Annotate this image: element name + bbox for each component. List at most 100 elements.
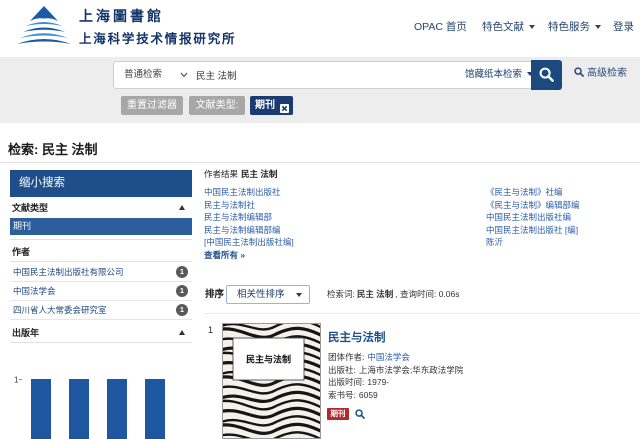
- facet-item-label: 四川省人大常委会研究室: [13, 305, 107, 315]
- field-value: 6059: [358, 389, 378, 400]
- year-bar[interactable]: [145, 379, 165, 439]
- field-label: 出版时间:: [328, 377, 365, 387]
- author-result-link[interactable]: 《民主与法制》编辑部编: [486, 199, 580, 211]
- search-info: 检索词: 民主 法制, 查询时间: 0.06s: [327, 285, 460, 304]
- caret-down-icon: [296, 293, 302, 297]
- caret-down-icon: [595, 25, 601, 30]
- result-cover-image[interactable]: 民主与法制: [222, 323, 321, 439]
- library-logo[interactable]: 上海圖書館 上海科学技术情报研究所: [0, 0, 250, 52]
- chevron-down-icon: [180, 72, 188, 78]
- facet-item-label: 中国民主法制出版社有限公司: [13, 267, 124, 277]
- author-result-link[interactable]: 民主与法制编辑部编: [204, 224, 281, 236]
- facet-divider: [10, 342, 192, 343]
- author-results-query: 民主 法制: [241, 169, 278, 179]
- facet-item-author[interactable]: 中国民主法制出版社有限公司 1: [10, 263, 192, 282]
- author-result-link[interactable]: 民主与法制编辑部: [204, 211, 272, 223]
- search-icon: [539, 67, 554, 82]
- advanced-search-link[interactable]: 高级检索: [574, 67, 627, 81]
- field-value: 1979-: [367, 377, 390, 387]
- result-field-call-number: 索书号: 6059: [328, 389, 378, 401]
- facet-divider: [10, 261, 192, 262]
- result-title-link[interactable]: 民主与法制: [328, 331, 386, 345]
- search-icon[interactable]: [355, 409, 365, 419]
- result-field-corporate-author: 团体作者: 中国法学会: [328, 351, 410, 363]
- field-label: 出版社:: [328, 364, 356, 375]
- author-results-heading-label: 作者结果: [204, 169, 239, 179]
- facet-item-author[interactable]: 中国法学会 1: [10, 282, 192, 301]
- result-number: 1: [208, 325, 214, 335]
- close-icon[interactable]: [280, 101, 289, 113]
- query-time: , 查询时间: 0.06s: [395, 289, 460, 299]
- nav-special-services[interactable]: 特色服务: [548, 19, 601, 35]
- facet-item-doc-type-selected[interactable]: 期刊: [10, 218, 192, 235]
- caret-down-icon: [529, 25, 535, 30]
- author-result-link[interactable]: 中国民主法制出版社 [编]: [486, 224, 578, 236]
- nav-opac-home[interactable]: OPAC 首页: [414, 19, 467, 35]
- facet-sidebar-title: 缩小搜索: [10, 170, 192, 197]
- result-field-pub-date: 出版时间: 1979-: [328, 376, 389, 388]
- caret-up-icon: [179, 330, 185, 335]
- logo-wave-icon: [17, 6, 71, 44]
- facet-count-badge: 1: [176, 285, 188, 297]
- author-result-link[interactable]: 陈沂: [486, 236, 503, 248]
- search-terms-label: 检索词:: [327, 289, 355, 299]
- search-icon: [574, 67, 584, 77]
- author-results-heading: 作者结果 民主 法制: [204, 168, 277, 180]
- year-bar[interactable]: [69, 379, 89, 439]
- cover-title-text: 民主与法制: [246, 354, 291, 366]
- nav-special-collections[interactable]: 特色文献: [482, 19, 535, 35]
- search-terms: 民主 法制: [356, 289, 394, 299]
- search-button[interactable]: [531, 60, 562, 90]
- search-input[interactable]: [196, 62, 458, 88]
- publication-year-chart: 1: [14, 376, 165, 439]
- format-badge: 期刊: [327, 408, 349, 420]
- corporate-author-link[interactable]: 中国法学会: [367, 352, 410, 362]
- logo-title: 上海圖書館: [79, 9, 164, 25]
- year-bar[interactable]: [31, 379, 51, 439]
- advanced-search-label: 高级检索: [587, 68, 627, 79]
- logo-subtitle: 上海科学技术情报研究所: [79, 31, 237, 46]
- results-divider: [204, 313, 640, 314]
- author-result-link[interactable]: 《民主与法制》社编: [486, 186, 563, 198]
- cover-zebra-art: 民主与法制: [222, 323, 321, 439]
- search-scope-value: 馆藏纸本检索: [465, 69, 523, 80]
- author-result-link[interactable]: 中国民主法制出版社: [204, 186, 281, 198]
- title-divider: [0, 162, 640, 163]
- facet-count-badge: 1: [176, 266, 188, 278]
- facet-title-year: 出版年: [12, 328, 40, 338]
- search-scope-select[interactable]: 馆藏纸本检索: [465, 62, 534, 88]
- field-label: 索书号:: [328, 389, 356, 400]
- result-field-publisher: 出版社: 上海市法学会;华东政法学院: [328, 364, 463, 376]
- field-value: 上海市法学会;华东政法学院: [358, 364, 464, 375]
- search-mode-value: 普通检索: [124, 69, 163, 80]
- facet-title-author: 作者: [12, 247, 31, 257]
- sort-select[interactable]: 相关性排序: [226, 285, 310, 304]
- caret-up-icon: [179, 205, 185, 210]
- facet-title-doc-type: 文献类型: [12, 203, 49, 213]
- page-title: 检索: 民主 法制: [8, 142, 98, 157]
- author-result-link[interactable]: 中国民主法制出版社编: [486, 211, 571, 223]
- author-result-link[interactable]: 民主与法制社: [204, 199, 255, 211]
- nav-special-collections-label: 特色文献: [482, 21, 524, 33]
- doc-type-filter-label: 文献类型:: [189, 96, 245, 115]
- nav-special-services-label: 特色服务: [548, 21, 590, 33]
- author-result-link[interactable]: [中国民主法制出版社编]: [204, 236, 294, 248]
- facet-divider: [10, 239, 192, 240]
- facet-item-label: 中国法学会: [13, 286, 56, 296]
- active-filter-chip[interactable]: 期刊: [250, 96, 293, 115]
- sort-select-value: 相关性排序: [237, 289, 285, 300]
- search-form: 普通检索 馆藏纸本检索: [113, 61, 534, 89]
- see-all-authors-link[interactable]: 查看所有 »: [204, 249, 245, 261]
- active-filter-chip-label: 期刊: [255, 100, 275, 111]
- search-mode-select[interactable]: 普通检索: [114, 62, 192, 88]
- reset-filters-button[interactable]: 重置过滤器: [121, 96, 183, 115]
- facet-item-author[interactable]: 四川省人大常委会研究室 1: [10, 301, 192, 320]
- field-label: 团体作者:: [328, 352, 365, 362]
- facet-count-badge: 1: [176, 304, 188, 316]
- facet-year-toggle[interactable]: [178, 328, 188, 338]
- facet-doc-type-toggle[interactable]: [178, 203, 188, 213]
- year-bar[interactable]: [107, 379, 127, 439]
- sort-label: 排序: [205, 289, 225, 300]
- nav-login[interactable]: 登录: [613, 19, 634, 35]
- year-chart-y-tick-label: 1: [14, 376, 19, 385]
